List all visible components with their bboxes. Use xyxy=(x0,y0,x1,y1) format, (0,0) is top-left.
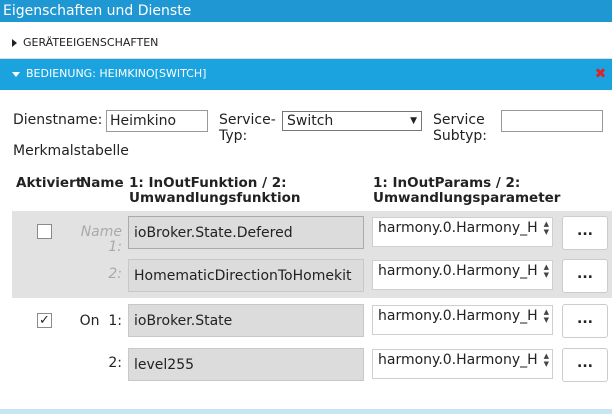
inout-funktion-field[interactable]: ioBroker.State.Defered xyxy=(128,216,364,249)
aktiviert-checkbox[interactable]: ✓ xyxy=(37,313,52,328)
row-name-value: On xyxy=(79,313,100,329)
umwandlungsfunktion-field[interactable]: level255 xyxy=(128,348,364,381)
header-params-line1: 1: InOutParams / 2: xyxy=(373,175,521,191)
service-typ-value: Switch xyxy=(287,113,334,129)
expand-down-icon xyxy=(12,71,20,77)
panel-geraeteeigenschaften[interactable]: GERÄTEEIGENSCHAFTEN xyxy=(0,22,612,59)
row-index-1: 1: xyxy=(108,239,122,255)
panel-label: BEDIENUNG: HEIMKINO[SWITCH] xyxy=(26,67,207,80)
inout-funktion-field[interactable]: ioBroker.State xyxy=(128,304,364,337)
header-params-line2: Umwandlungsparameter xyxy=(373,190,561,206)
header-fn-line2: Umwandlungsfunktion xyxy=(129,190,301,206)
inout-funktion-value: ioBroker.State.Defered xyxy=(134,224,293,241)
row-name-label: On 1: xyxy=(78,313,122,329)
more-button[interactable]: ... xyxy=(562,304,608,338)
panel-bedienung[interactable]: BEDIENUNG: HEIMKINO[SWITCH] ✖ xyxy=(0,59,612,90)
stepper-icon[interactable]: ▲ ▼ xyxy=(544,263,549,279)
panel-header[interactable]: GERÄTEEIGENSCHAFTEN xyxy=(12,36,158,50)
more-button[interactable]: ... xyxy=(562,259,608,293)
service-subtyp-label-line2: Subtyp: xyxy=(433,128,488,144)
dienstname-input[interactable]: Heimkino xyxy=(106,110,208,132)
header-fn-line1: 1: InOutFunktion / 2: xyxy=(129,175,287,191)
bottom-divider xyxy=(0,409,612,414)
chevron-down-icon: ▼ xyxy=(410,116,417,126)
header-name: Name xyxy=(80,175,124,191)
close-icon[interactable]: ✖ xyxy=(594,67,607,81)
header-aktiviert: Aktiviert xyxy=(16,175,83,191)
umwandlungsparameter-textarea[interactable]: harmony.0.Harmony_H ▲ ▼ xyxy=(372,260,553,290)
panel-header[interactable]: BEDIENUNG: HEIMKINO[SWITCH] xyxy=(12,67,206,81)
service-typ-select[interactable]: Switch ▼ xyxy=(282,111,422,131)
stepper-icon[interactable]: ▲ ▼ xyxy=(544,308,549,324)
dienstname-label: Dienstname: xyxy=(13,112,103,128)
row-name-label: Name xyxy=(80,224,122,240)
umwandlungsfunktion-value: HomematicDirectionToHomekit xyxy=(134,267,352,284)
inout-params-textarea[interactable]: harmony.0.Harmony_H ▲ ▼ xyxy=(372,305,553,335)
inout-funktion-value: ioBroker.State xyxy=(134,312,233,329)
service-subtyp-label-line1: Service xyxy=(433,112,485,128)
expand-right-icon xyxy=(12,39,17,47)
more-button[interactable]: ... xyxy=(562,216,608,250)
window-title: Eigenschaften und Dienste xyxy=(0,0,612,22)
inout-params-value: harmony.0.Harmony_H xyxy=(378,220,538,236)
panel-label: GERÄTEEIGENSCHAFTEN xyxy=(23,36,159,49)
stepper-icon[interactable]: ▲ ▼ xyxy=(544,352,549,368)
inout-params-value: harmony.0.Harmony_H xyxy=(378,308,538,324)
umwandlungsparameter-value: harmony.0.Harmony_H xyxy=(378,263,538,279)
service-typ-label-line2: Typ: xyxy=(219,128,248,144)
stepper-icon[interactable]: ▲ ▼ xyxy=(544,220,549,236)
service-typ-label-line1: Service- xyxy=(219,112,276,128)
row-index-2: 2: xyxy=(108,355,122,371)
row-index-2: 2: xyxy=(108,266,122,282)
aktiviert-checkbox[interactable] xyxy=(37,224,52,239)
service-subtyp-input[interactable] xyxy=(501,110,603,132)
umwandlungsparameter-textarea[interactable]: harmony.0.Harmony_H ▲ ▼ xyxy=(372,349,553,379)
merkmalstabelle-title: Merkmalstabelle xyxy=(13,143,129,159)
umwandlungsparameter-value: harmony.0.Harmony_H xyxy=(378,352,538,368)
umwandlungsfunktion-value: level255 xyxy=(134,356,195,373)
umwandlungsfunktion-field[interactable]: HomematicDirectionToHomekit xyxy=(128,259,364,292)
row-index-1: 1: xyxy=(108,313,122,329)
inout-params-textarea[interactable]: harmony.0.Harmony_H ▲ ▼ xyxy=(372,217,553,247)
more-button[interactable]: ... xyxy=(562,348,608,382)
